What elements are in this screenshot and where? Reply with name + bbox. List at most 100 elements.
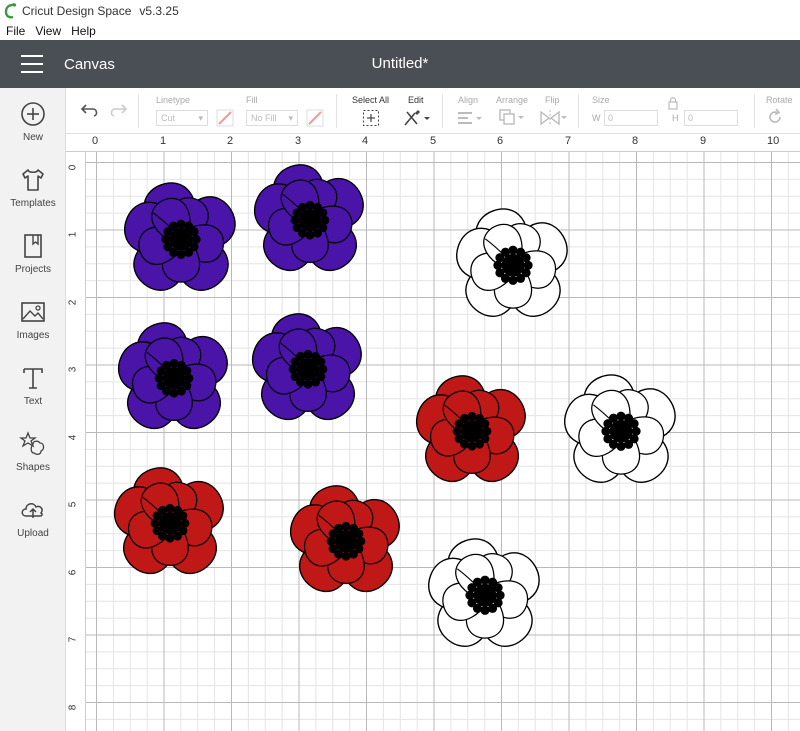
sidebar-item-images[interactable]: Images xyxy=(0,286,66,352)
poppy-center xyxy=(296,358,320,381)
toolbar-separator xyxy=(578,94,579,128)
fill-value: No Fill xyxy=(251,113,277,123)
poppy-center xyxy=(501,253,525,277)
undo-icon[interactable] xyxy=(80,101,100,119)
poppy-stamen xyxy=(521,253,531,263)
bookmark-book-icon xyxy=(24,233,42,258)
poppy-flower[interactable] xyxy=(410,366,534,494)
poppy-flower[interactable] xyxy=(558,366,684,494)
ruler-x-label: 10 xyxy=(767,135,780,147)
menu-file[interactable]: File xyxy=(6,24,25,38)
poppy-flower[interactable] xyxy=(112,314,236,440)
app-version: v5.3.25 xyxy=(139,4,179,18)
linetype-select[interactable]: Cut ▾ xyxy=(156,110,208,126)
poppy-center xyxy=(298,209,322,232)
sidebar-item-shapes[interactable]: Shapes xyxy=(0,418,66,484)
rotate-label: Rotate xyxy=(766,95,793,105)
ruler-x-label: 2 xyxy=(227,135,234,147)
menu-help[interactable]: Help xyxy=(71,24,96,38)
sidebar-label: Templates xyxy=(10,197,56,209)
height-input[interactable]: 0 xyxy=(684,110,738,126)
ruler-x-label: 6 xyxy=(497,135,504,147)
linetype-color-swatch[interactable] xyxy=(216,109,234,127)
select-all-icon[interactable] xyxy=(362,109,380,127)
horizontal-ruler: 0 1 2 3 4 5 6 7 8 9 10 xyxy=(66,134,800,152)
poppy-center xyxy=(162,367,186,390)
lock-icon[interactable] xyxy=(667,96,679,110)
height-value: 0 xyxy=(688,113,694,123)
linetype-label: Linetype xyxy=(156,95,191,105)
sidebar-label: Images xyxy=(16,329,50,341)
sidebar-item-text[interactable]: Text xyxy=(0,352,66,418)
toolbar-separator xyxy=(336,94,337,128)
poppy-flower[interactable] xyxy=(284,476,408,604)
cricut-logo-icon xyxy=(4,3,17,19)
rotate-icon[interactable] xyxy=(766,108,784,126)
poppy-flower[interactable] xyxy=(248,156,372,282)
poppy-flower[interactable] xyxy=(422,530,548,658)
ruler-y-label: 5 xyxy=(67,501,79,508)
poppy-center xyxy=(169,227,193,251)
edit-toolbar: Linetype Cut ▾ Fill No Fill ▾ Select All E… xyxy=(66,88,800,134)
app-title: Cricut Design Space xyxy=(22,4,132,18)
ruler-x-label: 8 xyxy=(632,135,639,147)
poppy-flower[interactable] xyxy=(450,200,576,328)
sidebar-item-templates[interactable]: Templates xyxy=(0,154,66,220)
ruler-y-label: 2 xyxy=(67,299,79,306)
ruler-x-label: 1 xyxy=(160,135,167,147)
hamburger-menu-icon[interactable] xyxy=(0,40,64,88)
align-icon[interactable] xyxy=(456,109,484,127)
sidebar-item-upload[interactable]: Upload xyxy=(0,484,66,550)
ruler-x-label: 5 xyxy=(430,135,437,147)
select-all-label: Select All xyxy=(352,95,390,105)
poppy-stamen xyxy=(189,227,199,237)
sidebar-label: Shapes xyxy=(16,461,50,473)
redo-icon[interactable] xyxy=(108,101,128,119)
ruler-y-label: 6 xyxy=(67,569,79,576)
caret-down-icon: ▾ xyxy=(198,113,203,123)
flip-icon[interactable] xyxy=(538,108,568,128)
vertical-ruler: 0 1 2 3 4 5 6 7 8 xyxy=(66,152,86,731)
poppy-stamen xyxy=(493,583,503,593)
ruler-x-label: 0 xyxy=(92,135,99,147)
plus-circle-icon xyxy=(21,101,45,126)
poppy-center xyxy=(473,583,497,607)
menu-view[interactable]: View xyxy=(35,24,61,38)
sidebar-label: Text xyxy=(23,395,43,407)
poppy-center xyxy=(158,512,182,535)
sidebar-label: Upload xyxy=(17,527,49,539)
poppy-flower[interactable] xyxy=(108,458,232,586)
caret-down-icon: ▾ xyxy=(288,113,293,123)
sidebar-item-new[interactable]: New xyxy=(0,88,66,154)
ruler-x-label: 3 xyxy=(295,135,302,147)
align-label: Align xyxy=(458,95,479,105)
ruler-x-label: 4 xyxy=(362,135,369,147)
cloud-upload-icon xyxy=(21,502,43,518)
poppy-stamen xyxy=(316,357,326,367)
ruler-y-label: 1 xyxy=(67,231,79,238)
poppy-center xyxy=(460,420,484,443)
ruler-y-label: 8 xyxy=(67,704,79,711)
width-input[interactable]: 0 xyxy=(604,110,658,126)
poppy-flower[interactable] xyxy=(118,174,244,302)
size-label: Size xyxy=(592,95,610,105)
text-t-icon xyxy=(23,367,43,389)
shapes-icon xyxy=(19,430,45,455)
height-label: H xyxy=(672,113,679,123)
arrange-icon[interactable] xyxy=(498,108,526,128)
sidebar-item-projects[interactable]: Projects xyxy=(0,220,66,286)
ruler-y-label: 0 xyxy=(67,164,79,171)
poppy-center xyxy=(609,419,633,443)
edit-tools-icon[interactable] xyxy=(402,108,432,128)
poppy-flower[interactable] xyxy=(246,304,370,432)
ruler-y-label: 7 xyxy=(67,636,79,643)
left-sidebar: New Templates Projects Images Text Shape… xyxy=(0,88,66,731)
arrange-label: Arrange xyxy=(496,95,529,105)
fill-color-swatch[interactable] xyxy=(306,109,324,127)
fill-select[interactable]: No Fill ▾ xyxy=(246,110,298,126)
section-title: Canvas xyxy=(64,55,115,73)
tshirt-icon xyxy=(22,168,44,191)
design-canvas[interactable] xyxy=(86,152,800,731)
document-title: Untitled* xyxy=(371,55,429,72)
sidebar-label: Projects xyxy=(14,263,52,275)
